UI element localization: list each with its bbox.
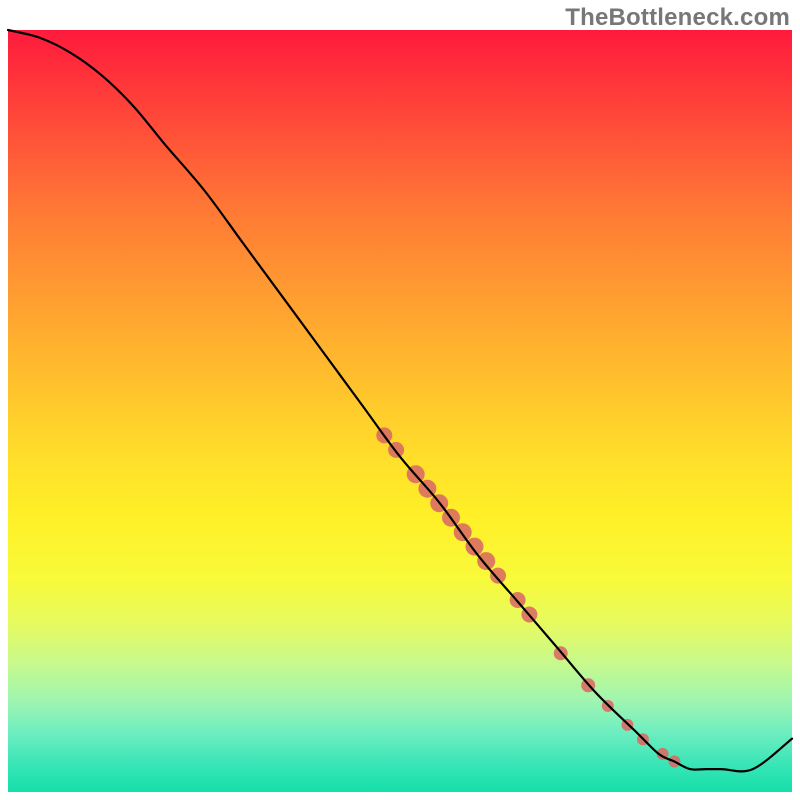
watermark-text: TheBottleneck.com xyxy=(565,4,790,32)
chart-container: TheBottleneck.com xyxy=(0,0,800,800)
curve-line xyxy=(8,30,792,771)
data-marker xyxy=(490,568,506,584)
data-marker xyxy=(477,552,495,570)
marker-group xyxy=(376,427,680,767)
chart-overlay xyxy=(8,30,792,792)
data-marker xyxy=(466,538,484,556)
